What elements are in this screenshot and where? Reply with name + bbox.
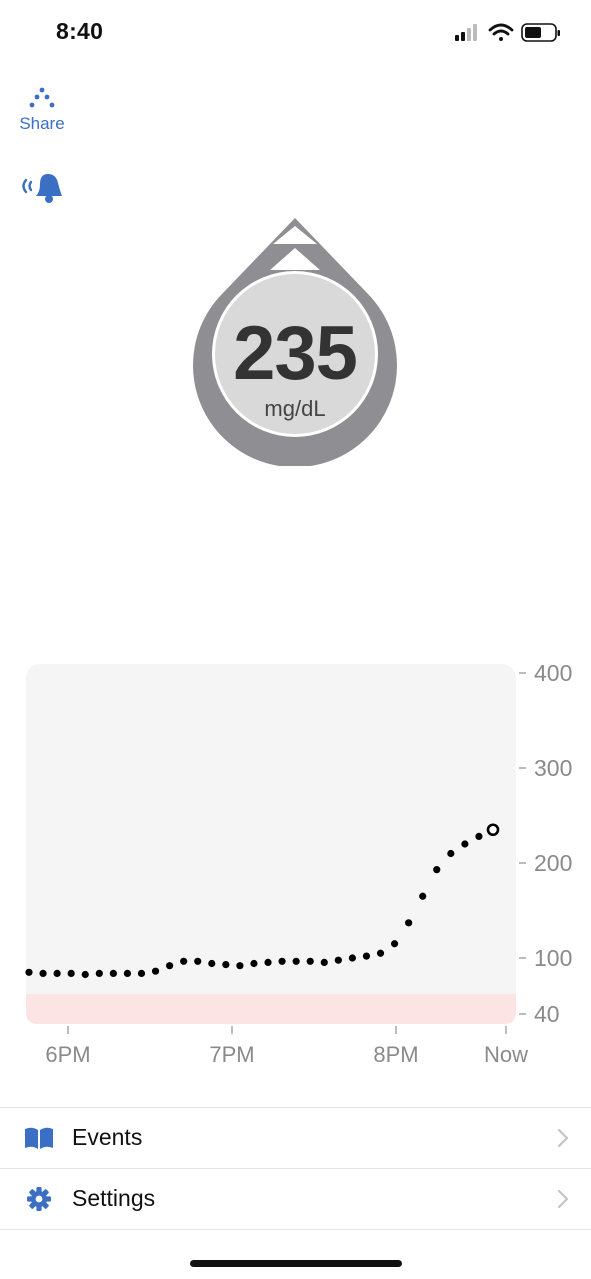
glucose-point: [151, 967, 160, 975]
glucose-point: [81, 970, 89, 979]
book-icon: [25, 1127, 53, 1149]
glucose-point: [376, 949, 385, 957]
x-tick-label: Now: [484, 1042, 528, 1067]
battery-icon: [521, 23, 560, 42]
glucose-point: [433, 866, 441, 874]
glucose-point: [208, 959, 216, 968]
x-tick-label: 6PM: [45, 1042, 90, 1067]
home-indicator[interactable]: [190, 1260, 402, 1267]
gear-icon: [27, 1187, 51, 1211]
glucose-value: 235: [233, 311, 358, 396]
share-icon: [29, 87, 55, 108]
glucose-point: [475, 832, 483, 840]
glucose-trend-chart: 400 300 200 100 40 6PM 7PM 8PM Now: [25, 660, 572, 1067]
menu-item-label: Events: [72, 1124, 143, 1150]
menu-item-label: Settings: [72, 1185, 156, 1211]
glucose-unit: mg/dL: [264, 396, 326, 421]
wifi-icon: [488, 23, 514, 41]
y-tick-label: 40: [534, 1001, 560, 1027]
x-tick-label: 8PM: [373, 1042, 418, 1067]
menu-list: Events Settings: [0, 1107, 591, 1230]
chevron-right-icon: [557, 1128, 569, 1148]
glucose-point: [222, 961, 230, 969]
glucose-point: [194, 957, 202, 965]
glucose-point: [137, 969, 146, 977]
glucose-point: [39, 969, 47, 977]
glucose-point: [292, 957, 300, 965]
glucose-point: [306, 957, 314, 965]
glucose-point: [278, 957, 286, 965]
glucose-point: [236, 962, 244, 970]
glucose-point: [180, 957, 188, 965]
y-tick-label: 100: [534, 945, 572, 971]
glucose-point: [447, 849, 455, 858]
glucose-point: [264, 958, 272, 966]
glucose-point: [25, 968, 33, 976]
glucose-point: [109, 969, 117, 977]
glucose-point: [334, 956, 342, 964]
glucose-point: [67, 969, 75, 977]
status-icons: [455, 23, 560, 42]
cellular-signal-icon: [455, 24, 477, 41]
glucose-point: [166, 962, 174, 970]
glucose-point: [250, 959, 258, 968]
glucose-point: [123, 969, 132, 977]
glucose-point: [362, 952, 371, 960]
glucose-point: [95, 969, 103, 977]
glucose-point: [348, 954, 356, 962]
share-button[interactable]: Share: [14, 86, 70, 138]
x-tick-label: 7PM: [209, 1042, 254, 1067]
y-tick-label: 300: [534, 755, 572, 781]
share-label: Share: [19, 114, 65, 133]
glucose-point: [320, 958, 328, 966]
menu-item-settings[interactable]: Settings: [0, 1168, 591, 1230]
glucose-point: [53, 969, 61, 977]
y-tick-label: 200: [534, 850, 572, 876]
current-reading-point: [486, 823, 500, 837]
status-time: 8:40: [56, 18, 104, 44]
y-tick-label: 400: [534, 660, 572, 686]
glucose-point: [390, 940, 399, 948]
menu-item-events[interactable]: Events: [0, 1107, 591, 1168]
glucose-point: [461, 840, 469, 848]
glucose-point: [419, 892, 427, 900]
chart-low-range-band: [26, 994, 516, 1024]
chevron-right-icon: [557, 1189, 569, 1209]
alert-bell-icon[interactable]: [18, 170, 66, 208]
glucose-point: [405, 919, 413, 927]
